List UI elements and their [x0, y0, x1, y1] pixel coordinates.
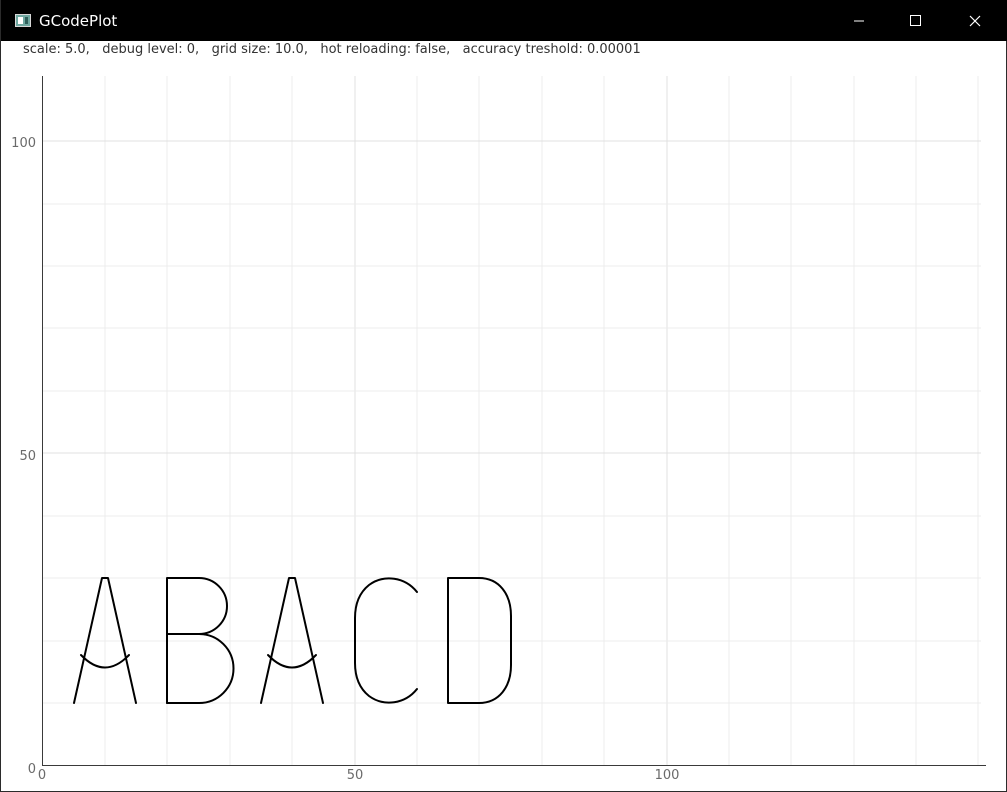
minimize-button[interactable]	[830, 0, 888, 41]
y-tick-label: 50	[19, 449, 36, 464]
maximize-button[interactable]	[888, 0, 946, 41]
x-tick-label: 50	[347, 768, 364, 783]
maximize-icon	[910, 15, 921, 26]
x-tick-label: 100	[655, 768, 680, 783]
x-tick-label: 0	[38, 768, 46, 783]
grid-vertical	[104, 76, 979, 765]
status-line: scale: 5.0, debug level: 0, grid size: 1…	[23, 42, 641, 57]
close-icon	[969, 15, 981, 27]
close-button[interactable]	[946, 0, 1004, 41]
plot-canvas[interactable]: 100 50 0 0 50 100	[1, 60, 1006, 791]
app-window: GCodePlot scale: 5.0, debug level: 0, gr…	[0, 0, 1007, 792]
app-icon	[15, 14, 31, 27]
title-bar[interactable]: GCodePlot	[1, 0, 1007, 41]
window-title: GCodePlot	[39, 12, 118, 30]
grid-horizontal-major	[42, 140, 981, 454]
minimize-icon	[854, 20, 864, 22]
y-tick-label: 100	[11, 136, 36, 151]
axes	[42, 76, 986, 766]
y-tick-label: 0	[28, 762, 36, 777]
